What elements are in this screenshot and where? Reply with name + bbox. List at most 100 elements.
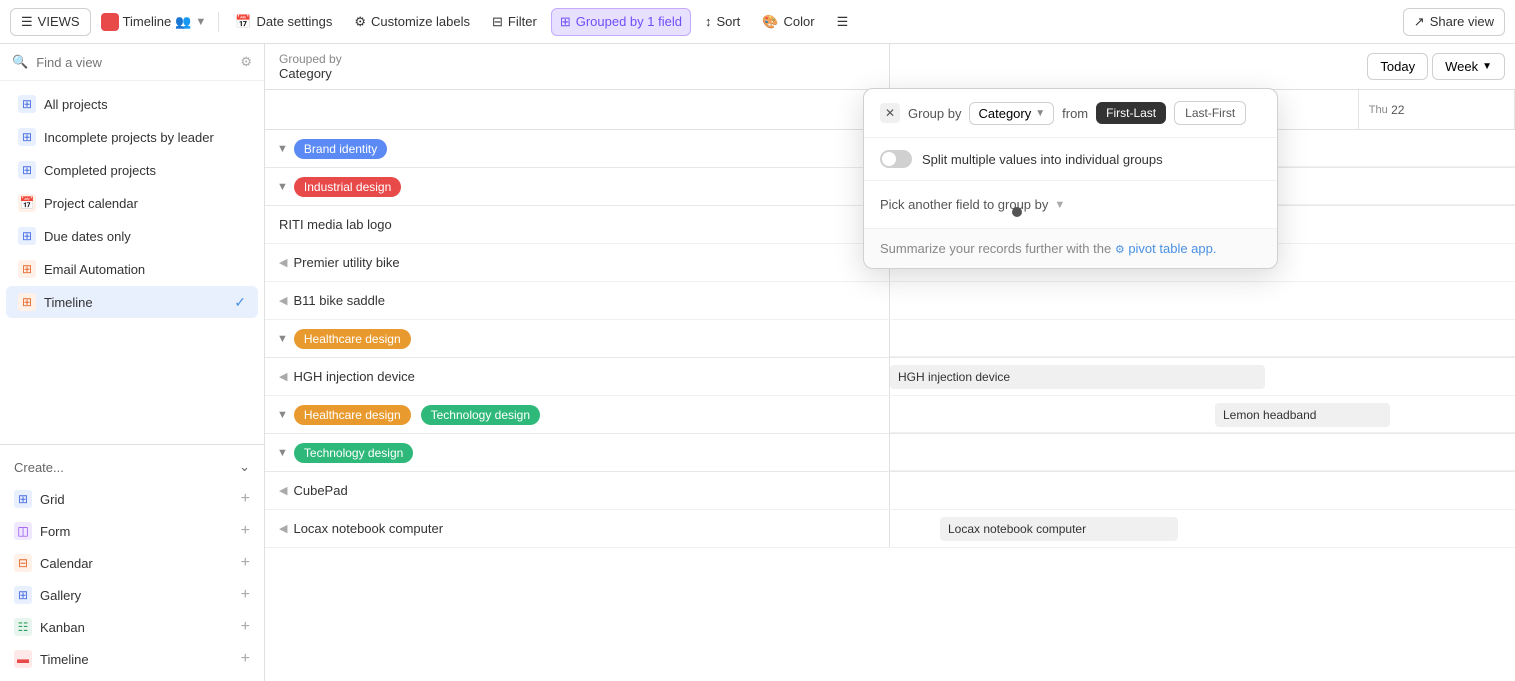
cubepad-arrow-icon: ◀	[279, 484, 287, 497]
today-button[interactable]: Today	[1367, 53, 1428, 80]
sidebar-item-project-calendar[interactable]: 📅 Project calendar	[6, 187, 258, 219]
customize-labels-icon: ⚙	[354, 14, 366, 30]
dropdown-toggle-row: Split multiple values into individual gr…	[880, 150, 1261, 168]
dropdown-category-label: Category	[978, 106, 1031, 121]
pick-field-row[interactable]: Pick another field to group by ▼	[880, 193, 1261, 216]
form-icon: ◫	[14, 522, 32, 540]
grouped-icon: ⊞	[560, 14, 571, 30]
customize-labels-button[interactable]: ⚙ Customize labels	[346, 9, 478, 35]
week-chevron-icon: ▼	[1482, 61, 1492, 72]
grouped-by-label: Grouped by	[279, 52, 875, 66]
week-label: Week	[1445, 59, 1478, 74]
dropdown-category-select[interactable]: Category ▼	[969, 102, 1054, 125]
create-kanban[interactable]: ☷ Kanban +	[0, 611, 264, 643]
create-grid[interactable]: ⊞ Grid +	[0, 483, 264, 515]
sort-button[interactable]: ↕ Sort	[697, 9, 748, 34]
toggle-knob	[882, 152, 896, 166]
gallery-icon: ⊞	[14, 586, 32, 604]
healthcare-chevron[interactable]: ▼	[277, 333, 288, 345]
locax-bar[interactable]: Locax notebook computer	[940, 517, 1178, 541]
sidebar-item-incomplete-projects[interactable]: ⊞ Incomplete projects by leader	[6, 121, 258, 153]
calendar-add-icon[interactable]: +	[241, 554, 250, 572]
cubepad-text: CubePad	[293, 483, 347, 498]
timeline2-add-icon[interactable]: +	[241, 650, 250, 668]
grouped-info: Grouped by Category	[265, 44, 890, 89]
create-form[interactable]: ◫ Form +	[0, 515, 264, 547]
kanban-add-icon[interactable]: +	[241, 618, 250, 636]
hgh-bar[interactable]: HGH injection device	[890, 365, 1265, 389]
week-button[interactable]: Week ▼	[1432, 53, 1505, 80]
premier-label: ◀ Premier utility bike	[265, 244, 890, 281]
timeline-chevron-icon[interactable]: ▼	[195, 16, 206, 28]
all-projects-icon: ⊞	[18, 95, 36, 113]
search-input[interactable]	[36, 55, 232, 70]
summarize-text: Summarize your records further with the …	[880, 241, 1217, 256]
riti-label: RITI media lab logo	[265, 206, 890, 243]
industrial-design-chevron[interactable]: ▼	[277, 181, 288, 193]
sidebar-search-row: 🔍 ⚙	[0, 44, 264, 81]
brand-identity-chevron[interactable]: ▼	[277, 143, 288, 155]
hgh-bar-label: HGH injection device	[898, 370, 1010, 384]
pivot-icon: ⚙	[1115, 244, 1125, 256]
dropdown-pick-field-section: Pick another field to group by ▼	[864, 181, 1277, 229]
incomplete-projects-icon: ⊞	[18, 128, 36, 146]
dropdown-group-by-label: Group by	[908, 106, 961, 121]
create-header[interactable]: Create... ⌄	[0, 451, 264, 483]
sidebar-item-completed-projects[interactable]: ⊞ Completed projects	[6, 154, 258, 186]
gallery-label: Gallery	[40, 588, 81, 603]
pivot-link[interactable]: pivot table app.	[1128, 241, 1216, 256]
views-icon: ☰	[21, 14, 33, 30]
filter-button[interactable]: ⊟ Filter	[484, 9, 545, 35]
due-dates-label: Due dates only	[44, 229, 131, 244]
grouped-by-value: Category	[279, 66, 875, 81]
first-last-button[interactable]: First-Last	[1096, 102, 1166, 124]
dropdown-close-button[interactable]: ✕	[880, 103, 900, 123]
grouped-button[interactable]: ⊞ Grouped by 1 field	[551, 8, 691, 36]
views-label: VIEWS	[38, 14, 80, 29]
pick-field-label: Pick another field to group by	[880, 197, 1048, 212]
healthcare-timeline	[890, 320, 1515, 357]
riti-text: RITI media lab logo	[279, 217, 392, 232]
form-add-icon[interactable]: +	[241, 522, 250, 540]
sidebar-item-timeline[interactable]: ⊞ Timeline ✓	[6, 286, 258, 318]
locax-arrow-icon: ◀	[279, 522, 287, 535]
share-icon: ↗	[1414, 14, 1425, 30]
views-button[interactable]: ☰ VIEWS	[10, 8, 91, 36]
completed-projects-icon: ⊞	[18, 161, 36, 179]
split-label: Split multiple values into individual gr…	[922, 152, 1163, 167]
gallery-add-icon[interactable]: +	[241, 586, 250, 604]
b11-arrow-icon: ◀	[279, 294, 287, 307]
last-first-button[interactable]: Last-First	[1174, 101, 1246, 125]
cubepad-label: ◀ CubePad	[265, 472, 890, 509]
sidebar-item-email-automation[interactable]: ⊞ Email Automation	[6, 253, 258, 285]
search-icon: 🔍	[12, 54, 28, 70]
dropdown-from-label: from	[1062, 106, 1088, 121]
lemon-bar[interactable]: Lemon headband	[1215, 403, 1390, 427]
technology-tag: Technology design	[294, 443, 413, 463]
hgh-timeline: HGH injection device	[890, 358, 1515, 395]
color-button[interactable]: 🎨 Color	[754, 9, 822, 35]
share-view-button[interactable]: ↗ Share view	[1403, 8, 1505, 36]
dropdown-group-by-row: ✕ Group by Category ▼ from First-Last La…	[880, 101, 1261, 125]
sort-icon: ↕	[705, 14, 712, 29]
premier-arrow-icon: ◀	[279, 256, 287, 269]
due-dates-icon: ⊞	[18, 227, 36, 245]
technology-chevron[interactable]: ▼	[277, 447, 288, 459]
healthcare-tech-label-cell: ▼ Healthcare design Technology design	[265, 396, 890, 433]
settings-icon[interactable]: ⚙	[240, 54, 252, 70]
group-technology: ▼ Technology design	[265, 434, 1515, 472]
split-toggle[interactable]	[880, 150, 912, 168]
hgh-label: ◀ HGH injection device	[265, 358, 890, 395]
create-timeline[interactable]: ▬ Timeline +	[0, 643, 264, 675]
date-settings-button[interactable]: 📅 Date settings	[227, 9, 340, 35]
create-calendar[interactable]: ⊟ Calendar +	[0, 547, 264, 579]
tech-tag: Technology design	[421, 405, 540, 425]
sidebar-item-all-projects[interactable]: ⊞ All projects	[6, 88, 258, 120]
columns-button[interactable]: ☰	[829, 9, 857, 35]
color-icon: 🎨	[762, 14, 778, 30]
healthcare-tech-chevron[interactable]: ▼	[277, 409, 288, 421]
grid-add-icon[interactable]: +	[241, 490, 250, 508]
industrial-design-tag: Industrial design	[294, 177, 401, 197]
sidebar-item-due-dates[interactable]: ⊞ Due dates only	[6, 220, 258, 252]
create-gallery[interactable]: ⊞ Gallery +	[0, 579, 264, 611]
